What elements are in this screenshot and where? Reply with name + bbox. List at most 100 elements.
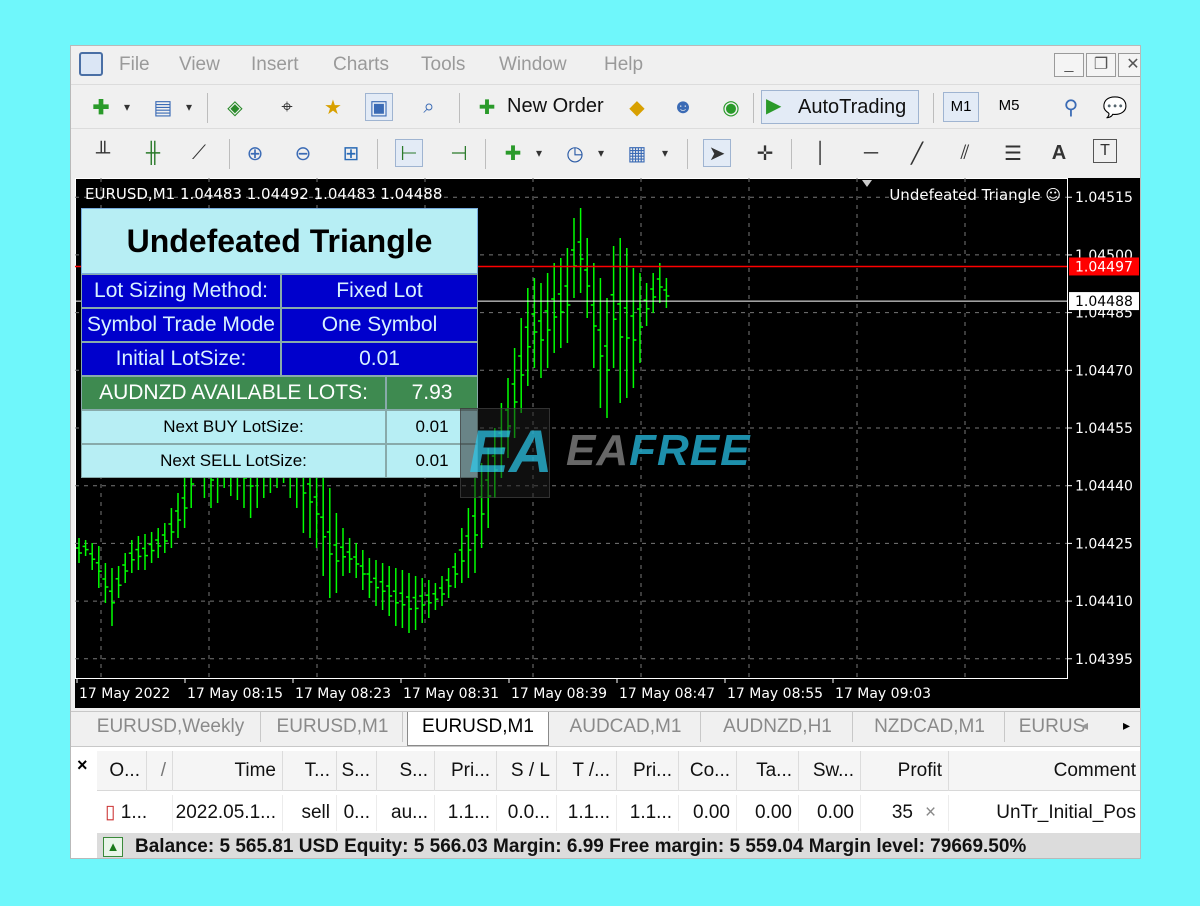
col-profit[interactable]: Profit xyxy=(861,751,949,791)
time-tick-label: 17 May 08:15 xyxy=(187,686,283,702)
menu-view[interactable]: View xyxy=(179,54,220,76)
menu-charts[interactable]: Charts xyxy=(333,54,389,76)
tab-audnzd-h1[interactable]: AUDNZD,H1 xyxy=(703,712,853,742)
col-commission[interactable]: Co... xyxy=(679,751,737,791)
market-watch-icon[interactable]: ◈ xyxy=(221,93,249,121)
new-order-button[interactable]: New Order xyxy=(507,95,604,118)
table-row[interactable]: ▯ 1... 2022.05.1... sell 0... au... 1.1.… xyxy=(97,795,1140,831)
tab-eurusd-m1-active[interactable]: EURUSD,M1 xyxy=(407,712,549,746)
smiley-icon: ☺ xyxy=(1045,186,1061,204)
price-tick-label: 1.04410 xyxy=(1075,594,1133,610)
text-label-icon[interactable]: T xyxy=(1093,139,1117,163)
time-tick-label: 17 May 08:31 xyxy=(403,686,499,702)
strategy-tester-icon[interactable]: ⌕ xyxy=(415,93,443,121)
dropdown-arrow-icon[interactable]: ▾ xyxy=(651,139,679,167)
toolbar-separator xyxy=(687,139,688,169)
ask-price-label: 1.04497 xyxy=(1075,259,1133,275)
profiles-icon[interactable]: ▤ xyxy=(149,93,177,121)
col-symbol[interactable]: S... xyxy=(377,751,435,791)
time-tick-label: 17 May 08:39 xyxy=(511,686,607,702)
col-type[interactable]: T... xyxy=(283,751,337,791)
price-tick-label: 1.04470 xyxy=(1075,363,1133,379)
bar-chart-icon[interactable]: ╨ xyxy=(89,139,117,167)
new-chart-icon[interactable]: ✚ xyxy=(87,93,115,121)
close-order-icon[interactable]: × xyxy=(919,795,949,831)
autotrading-button[interactable]: ▶ AutoTrading xyxy=(761,90,919,124)
restore-button[interactable]: ❐ xyxy=(1086,53,1116,77)
tab-eurusd-m1[interactable]: EURUSD,M1 xyxy=(263,712,403,742)
close-button[interactable]: ✕ xyxy=(1118,53,1140,77)
col-order[interactable]: O... xyxy=(97,751,147,791)
new-order-icon[interactable]: ✚ xyxy=(473,93,501,121)
symbol-trade-mode-value[interactable]: One Symbol xyxy=(281,308,478,342)
col-taxes[interactable]: Ta... xyxy=(737,751,799,791)
periods-clock-icon[interactable]: ◷ xyxy=(561,139,589,167)
price-tick-label: 1.04440 xyxy=(1075,479,1133,495)
tab-audcad-m1[interactable]: AUDCAD,M1 xyxy=(551,712,701,742)
dropdown-arrow-icon[interactable]: ▾ xyxy=(113,93,141,121)
indicators-icon[interactable]: ✚ xyxy=(499,139,527,167)
text-icon[interactable]: A xyxy=(1045,139,1073,167)
chart-shift-icon[interactable]: ⊣ xyxy=(445,139,473,167)
col-sl[interactable]: S / L xyxy=(497,751,557,791)
terminal-icon[interactable]: ▣ xyxy=(365,93,393,121)
price-cell: 1.1... xyxy=(435,795,497,831)
zoom-in-icon[interactable]: ⊕ xyxy=(241,139,269,167)
lot-sizing-method-value[interactable]: Fixed Lot xyxy=(281,274,478,308)
tile-windows-icon[interactable]: ⊞ xyxy=(337,139,365,167)
metaeditor-icon[interactable]: ◆ xyxy=(623,93,651,121)
menu-file[interactable]: File xyxy=(119,54,150,76)
vertical-line-icon[interactable]: │ xyxy=(807,139,835,167)
fibonacci-icon[interactable]: ☰ xyxy=(999,139,1027,167)
size-cell: 0... xyxy=(337,795,377,831)
autotrading-label: AutoTrading xyxy=(798,96,907,118)
col-price-current[interactable]: Pri... xyxy=(617,751,679,791)
zoom-out-icon[interactable]: ⊖ xyxy=(289,139,317,167)
col-time[interactable]: Time xyxy=(173,751,283,791)
time-tick-label: 17 May 09:03 xyxy=(835,686,931,702)
col-comment[interactable]: Comment xyxy=(949,751,1140,791)
community-icon[interactable]: ☻ xyxy=(669,93,697,121)
chat-icon[interactable]: 💬 xyxy=(1101,93,1129,121)
swap-cell: 0.00 xyxy=(799,795,861,831)
dropdown-arrow-icon[interactable]: ▾ xyxy=(175,93,203,121)
dropdown-arrow-icon[interactable]: ▾ xyxy=(525,139,553,167)
tab-scroll-left-icon[interactable]: ◂ xyxy=(1081,717,1088,734)
chart-title: EURUSD,M1 1.04483 1.04492 1.04483 1.0448… xyxy=(85,185,443,203)
col-price[interactable]: Pri... xyxy=(435,751,497,791)
col-tp[interactable]: T /... xyxy=(557,751,617,791)
line-chart-icon[interactable]: ⟋ xyxy=(185,139,213,167)
menu-window[interactable]: Window xyxy=(499,54,567,76)
templates-icon[interactable]: ▦ xyxy=(623,139,651,167)
horizontal-line-icon[interactable]: ─ xyxy=(857,139,885,167)
trendline-icon[interactable]: ╱ xyxy=(903,139,931,167)
balance-arrow-icon: ▲ xyxy=(103,837,123,857)
initial-lotsize-value[interactable]: 0.01 xyxy=(281,342,478,376)
timeframe-m5-button[interactable]: M5 xyxy=(991,92,1027,122)
search-icon[interactable]: ⚲ xyxy=(1057,93,1085,121)
col-size[interactable]: S... xyxy=(337,751,377,791)
panel-row: Next BUY LotSize: 0.01 xyxy=(81,410,478,444)
menu-tools[interactable]: Tools xyxy=(421,54,465,76)
signals-icon[interactable]: ◉ xyxy=(717,93,745,121)
autoscroll-icon[interactable]: ⊢ xyxy=(395,139,423,167)
order-cell: ▯ 1... xyxy=(97,795,173,831)
dropdown-arrow-icon[interactable]: ▾ xyxy=(587,139,615,167)
crosshair-icon[interactable]: ✛ xyxy=(751,139,779,167)
equidistant-channel-icon[interactable]: ⫽ xyxy=(951,139,979,167)
timeframe-m1-button[interactable]: M1 xyxy=(943,92,979,122)
tab-nzdcad-m1[interactable]: NZDCAD,M1 xyxy=(855,712,1005,742)
menu-help[interactable]: Help xyxy=(604,54,643,76)
menu-insert[interactable]: Insert xyxy=(251,54,299,76)
tab-scroll-right-icon[interactable]: ▸ xyxy=(1123,717,1130,734)
minimize-button[interactable]: _ xyxy=(1054,53,1084,77)
col-sort[interactable]: / xyxy=(147,751,173,791)
price-chart[interactable]: 1.04515 1.04500 1.04485 1.04470 1.04455 1.044… xyxy=(75,178,1140,708)
candlestick-icon[interactable]: ╫ xyxy=(139,139,167,167)
cursor-icon[interactable]: ➤ xyxy=(703,139,731,167)
navigator-icon[interactable]: ★ xyxy=(319,93,347,121)
tab-eurusd-weekly[interactable]: EURUSD,Weekly xyxy=(81,712,261,742)
terminal-close-button[interactable]: × xyxy=(77,755,88,776)
data-window-icon[interactable]: ⌖ xyxy=(273,93,301,121)
col-swap[interactable]: Sw... xyxy=(799,751,861,791)
